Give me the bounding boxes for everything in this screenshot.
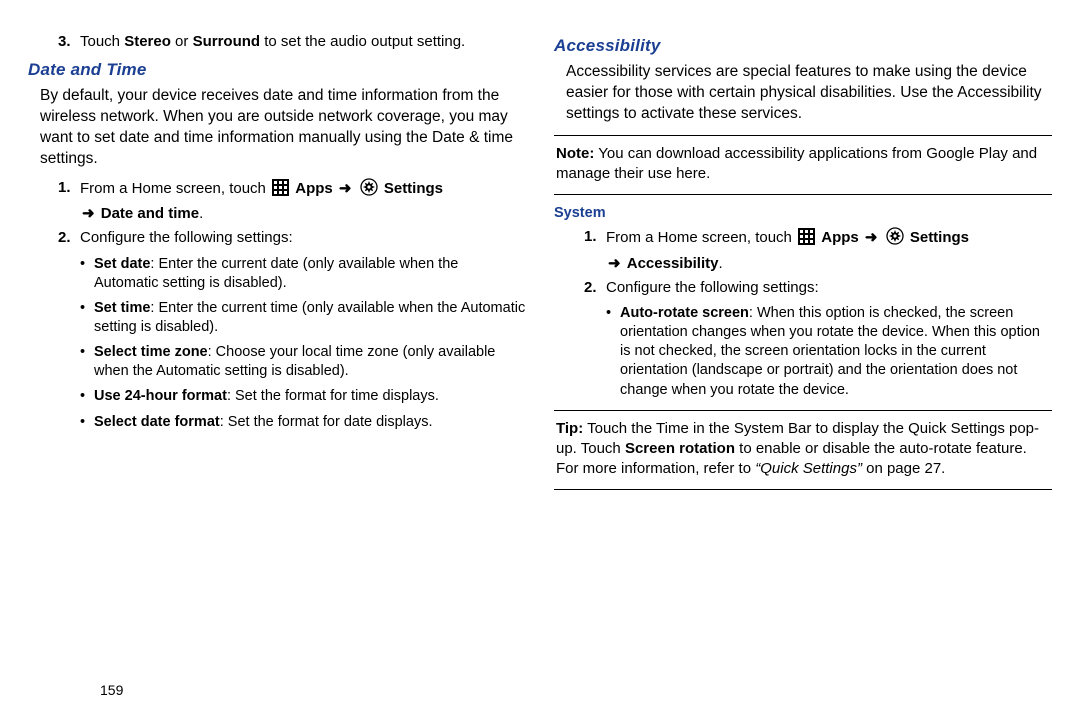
- divider: [554, 194, 1052, 195]
- audio-step-3: 3. Touch Stereo or Surround to set the a…: [58, 32, 526, 52]
- list-item-text: Set time: Enter the current time (only a…: [94, 299, 526, 337]
- divider: [554, 410, 1052, 411]
- bold-surround: Surround: [193, 33, 261, 50]
- accessibility-label: Accessibility: [627, 255, 719, 272]
- list-item: • Select date format: Set the format for…: [80, 413, 526, 432]
- left-column: 3. Touch Stereo or Surround to set the a…: [28, 28, 546, 700]
- list-item-text: Set date: Enter the current date (only a…: [94, 255, 526, 293]
- bullet-icon: •: [80, 299, 94, 337]
- step-text: Configure the following settings:: [80, 228, 526, 248]
- text: to set the audio output setting.: [260, 33, 465, 50]
- date-step-1: 1. From a Home screen, touch Apps ➜ Sett…: [58, 178, 526, 202]
- text: From a Home screen, touch: [80, 180, 270, 197]
- list-item-text: Select time zone: Choose your local time…: [94, 343, 526, 381]
- step-text: From a Home screen, touch Apps ➜ Setting…: [606, 227, 1052, 251]
- tip-text: on page 27.: [862, 460, 945, 477]
- step-number: 2.: [58, 228, 80, 248]
- bullet-icon: •: [80, 413, 94, 432]
- label: Select date format: [94, 414, 220, 430]
- settings-gear-icon: [360, 178, 378, 202]
- label: Use 24-hour format: [94, 388, 227, 404]
- list-item-text: Select date format: Set the format for d…: [94, 413, 526, 432]
- accessibility-intro: Accessibility services are special featu…: [566, 62, 1052, 125]
- step-text: Configure the following settings:: [606, 278, 1052, 298]
- list-item: • Set time: Enter the current time (only…: [80, 299, 526, 337]
- divider: [554, 489, 1052, 490]
- step-text: From a Home screen, touch Apps ➜ Setting…: [80, 178, 526, 202]
- step-number: 3.: [58, 32, 80, 52]
- text: Touch: [80, 33, 124, 50]
- text: From a Home screen, touch: [606, 229, 796, 246]
- apps-label: Apps: [295, 180, 333, 197]
- date-step-2: 2. Configure the following settings:: [58, 228, 526, 248]
- step-continuation: ➜ Accessibility.: [606, 254, 1052, 274]
- text: : Set the format for time displays.: [227, 388, 439, 404]
- settings-label: Settings: [384, 180, 443, 197]
- date-intro-paragraph: By default, your device receives date an…: [40, 86, 526, 170]
- heading-system: System: [554, 205, 1052, 221]
- bold-stereo: Stereo: [124, 33, 171, 50]
- settings-label: Settings: [910, 229, 969, 246]
- page-number: 159: [100, 682, 123, 698]
- step-text: Touch Stereo or Surround to set the audi…: [80, 32, 526, 52]
- bullet-icon: •: [80, 387, 94, 406]
- arrow-icon: ➜: [80, 204, 97, 224]
- text: : Set the format for date displays.: [220, 414, 433, 430]
- period: .: [718, 255, 722, 272]
- system-step-2: 2. Configure the following settings:: [584, 278, 1052, 298]
- heading-accessibility: Accessibility: [554, 36, 1052, 56]
- text: or: [171, 33, 193, 50]
- note-text: You can download accessibility applicati…: [556, 145, 1037, 182]
- list-item-text: Use 24-hour format: Set the format for t…: [94, 387, 526, 406]
- step-continuation: ➜ Date and time.: [80, 204, 526, 224]
- settings-gear-icon: [886, 227, 904, 251]
- system-step-1: 1. From a Home screen, touch Apps ➜ Sett…: [584, 227, 1052, 251]
- bullet-icon: •: [606, 304, 620, 400]
- tip-block: Tip: Touch the Time in the System Bar to…: [556, 419, 1052, 480]
- tip-label: Tip:: [556, 420, 583, 437]
- right-column: Accessibility Accessibility services are…: [546, 28, 1052, 700]
- step-number: 1.: [58, 178, 80, 202]
- list-item: • Use 24-hour format: Set the format for…: [80, 387, 526, 406]
- label: Select time zone: [94, 344, 208, 360]
- step-number: 1.: [584, 227, 606, 251]
- heading-date-and-time: Date and Time: [28, 60, 526, 80]
- apps-grid-icon: [272, 179, 289, 202]
- apps-label: Apps: [821, 229, 859, 246]
- apps-grid-icon: [798, 228, 815, 251]
- tip-italic: “Quick Settings”: [755, 460, 862, 477]
- screen-rotation-label: Screen rotation: [625, 440, 735, 457]
- label: Set date: [94, 256, 150, 272]
- note-block: Note: You can download accessibility app…: [556, 144, 1052, 185]
- bullet-icon: •: [80, 255, 94, 293]
- date-and-time-label: Date and time: [101, 205, 199, 222]
- list-item: • Auto-rotate screen: When this option i…: [606, 304, 1052, 400]
- period: .: [199, 205, 203, 222]
- note-label: Note:: [556, 145, 594, 162]
- manual-page: 3. Touch Stereo or Surround to set the a…: [0, 0, 1080, 720]
- bullet-icon: •: [80, 343, 94, 381]
- text: : Enter the current time (only available…: [94, 300, 525, 335]
- label: Auto-rotate screen: [620, 305, 749, 321]
- arrow-icon: ➜: [606, 254, 623, 274]
- divider: [554, 135, 1052, 136]
- label: Set time: [94, 300, 150, 316]
- arrow-icon: ➜: [337, 179, 354, 199]
- list-item: • Set date: Enter the current date (only…: [80, 255, 526, 293]
- list-item-text: Auto-rotate screen: When this option is …: [620, 304, 1052, 400]
- step-number: 2.: [584, 278, 606, 298]
- list-item: • Select time zone: Choose your local ti…: [80, 343, 526, 381]
- arrow-icon: ➜: [863, 228, 880, 248]
